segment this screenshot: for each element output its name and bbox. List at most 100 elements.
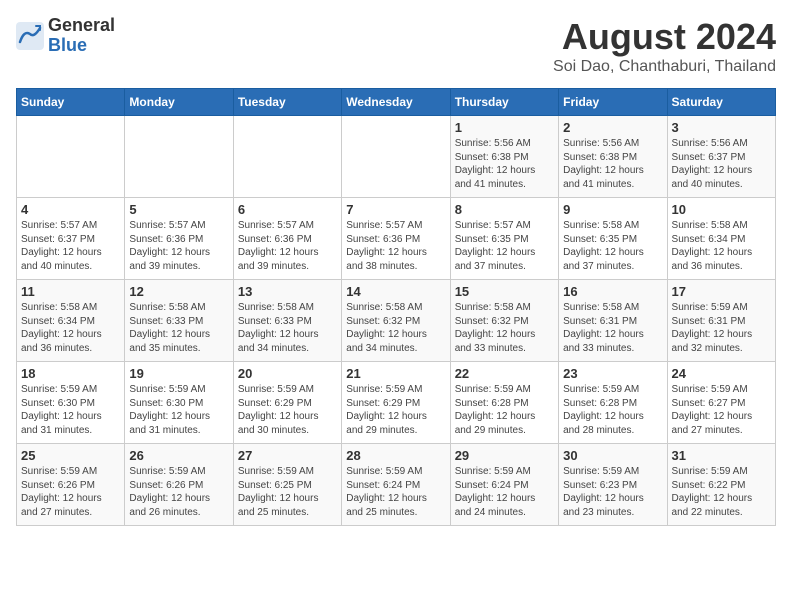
- cell-info: Sunrise: 5:57 AM Sunset: 6:37 PM Dayligh…: [21, 219, 120, 273]
- cell-info: Sunrise: 5:58 AM Sunset: 6:33 PM Dayligh…: [129, 301, 228, 355]
- calendar-cell: 25 Sunrise: 5:59 AM Sunset: 6:26 PM Dayli…: [17, 444, 125, 526]
- logo: General Blue: [16, 16, 115, 56]
- calendar-cell: 3Sunrise: 5:56 AM Sunset: 6:37 PM Daylig…: [667, 116, 775, 198]
- calendar-cell: 9 Sunrise: 5:58 AM Sunset: 6:35 PM Daylig…: [559, 198, 667, 280]
- cell-info: Sunrise: 5:58 AM Sunset: 6:32 PM Dayligh…: [346, 301, 445, 355]
- weekday-header-saturday: Saturday: [667, 89, 775, 116]
- calendar-table: SundayMondayTuesdayWednesdayThursdayFrid…: [16, 88, 776, 526]
- cell-info: Sunrise: 5:59 AM Sunset: 6:24 PM Dayligh…: [455, 465, 554, 519]
- day-number: 15: [455, 284, 554, 299]
- cell-info: Sunrise: 5:59 AM Sunset: 6:28 PM Dayligh…: [563, 383, 662, 437]
- calendar-cell: 6Sunrise: 5:57 AM Sunset: 6:36 PM Daylig…: [233, 198, 341, 280]
- calendar-cell: 22Sunrise: 5:59 AM Sunset: 6:28 PM Dayli…: [450, 362, 558, 444]
- cell-info: Sunrise: 5:59 AM Sunset: 6:26 PM Dayligh…: [21, 465, 120, 519]
- calendar-cell: [342, 116, 450, 198]
- day-number: 23: [563, 366, 662, 381]
- cell-info: Sunrise: 5:59 AM Sunset: 6:30 PM Dayligh…: [21, 383, 120, 437]
- calendar-cell: 31Sunrise: 5:59 AM Sunset: 6:22 PM Dayli…: [667, 444, 775, 526]
- calendar-week-row: 4Sunrise: 5:57 AM Sunset: 6:37 PM Daylig…: [17, 198, 776, 280]
- cell-info: Sunrise: 5:59 AM Sunset: 6:25 PM Dayligh…: [238, 465, 337, 519]
- day-number: 11: [21, 284, 120, 299]
- cell-info: Sunrise: 5:56 AM Sunset: 6:38 PM Dayligh…: [563, 137, 662, 191]
- weekday-header-row: SundayMondayTuesdayWednesdayThursdayFrid…: [17, 89, 776, 116]
- cell-info: Sunrise: 5:59 AM Sunset: 6:31 PM Dayligh…: [672, 301, 771, 355]
- cell-info: Sunrise: 5:57 AM Sunset: 6:36 PM Dayligh…: [238, 219, 337, 273]
- calendar-cell: 17 Sunrise: 5:59 AM Sunset: 6:31 PM Dayli…: [667, 280, 775, 362]
- day-number: 26: [129, 448, 228, 463]
- cell-info: Sunrise: 5:57 AM Sunset: 6:36 PM Dayligh…: [129, 219, 228, 273]
- day-number: 1: [455, 120, 554, 135]
- calendar-cell: 29 Sunrise: 5:59 AM Sunset: 6:24 PM Dayli…: [450, 444, 558, 526]
- calendar-cell: 27Sunrise: 5:59 AM Sunset: 6:25 PM Dayli…: [233, 444, 341, 526]
- day-number: 24: [672, 366, 771, 381]
- cell-info: Sunrise: 5:58 AM Sunset: 6:33 PM Dayligh…: [238, 301, 337, 355]
- calendar-cell: 30 Sunrise: 5:59 AM Sunset: 6:23 PM Dayli…: [559, 444, 667, 526]
- day-number: 19: [129, 366, 228, 381]
- cell-info: Sunrise: 5:59 AM Sunset: 6:26 PM Dayligh…: [129, 465, 228, 519]
- day-number: 20: [238, 366, 337, 381]
- weekday-header-sunday: Sunday: [17, 89, 125, 116]
- calendar-cell: 12 Sunrise: 5:58 AM Sunset: 6:33 PM Dayli…: [125, 280, 233, 362]
- calendar-cell: 23 Sunrise: 5:59 AM Sunset: 6:28 PM Dayli…: [559, 362, 667, 444]
- day-number: 5: [129, 202, 228, 217]
- calendar-cell: 8 Sunrise: 5:57 AM Sunset: 6:35 PM Daylig…: [450, 198, 558, 280]
- calendar-cell: 24 Sunrise: 5:59 AM Sunset: 6:27 PM Dayli…: [667, 362, 775, 444]
- cell-info: Sunrise: 5:58 AM Sunset: 6:32 PM Dayligh…: [455, 301, 554, 355]
- day-number: 14: [346, 284, 445, 299]
- day-number: 13: [238, 284, 337, 299]
- day-number: 12: [129, 284, 228, 299]
- cell-info: Sunrise: 5:59 AM Sunset: 6:29 PM Dayligh…: [238, 383, 337, 437]
- day-number: 7: [346, 202, 445, 217]
- cell-info: Sunrise: 5:59 AM Sunset: 6:27 PM Dayligh…: [672, 383, 771, 437]
- weekday-header-thursday: Thursday: [450, 89, 558, 116]
- cell-info: Sunrise: 5:57 AM Sunset: 6:35 PM Dayligh…: [455, 219, 554, 273]
- calendar-week-row: 1 Sunrise: 5:56 AM Sunset: 6:38 PM Daylig…: [17, 116, 776, 198]
- cell-info: Sunrise: 5:56 AM Sunset: 6:37 PM Dayligh…: [672, 137, 771, 191]
- page-header: General Blue August 2024 Soi Dao, Chanth…: [16, 16, 776, 76]
- calendar-cell: [233, 116, 341, 198]
- calendar-cell: [17, 116, 125, 198]
- cell-info: Sunrise: 5:58 AM Sunset: 6:35 PM Dayligh…: [563, 219, 662, 273]
- weekday-header-tuesday: Tuesday: [233, 89, 341, 116]
- calendar-cell: 4Sunrise: 5:57 AM Sunset: 6:37 PM Daylig…: [17, 198, 125, 280]
- weekday-header-monday: Monday: [125, 89, 233, 116]
- logo-text: General Blue: [48, 16, 115, 56]
- calendar-cell: 15 Sunrise: 5:58 AM Sunset: 6:32 PM Dayli…: [450, 280, 558, 362]
- logo-icon: [16, 22, 44, 50]
- day-number: 17: [672, 284, 771, 299]
- calendar-cell: 20 Sunrise: 5:59 AM Sunset: 6:29 PM Dayli…: [233, 362, 341, 444]
- day-number: 29: [455, 448, 554, 463]
- cell-info: Sunrise: 5:59 AM Sunset: 6:28 PM Dayligh…: [455, 383, 554, 437]
- day-number: 31: [672, 448, 771, 463]
- day-number: 30: [563, 448, 662, 463]
- day-number: 10: [672, 202, 771, 217]
- calendar-cell: 19Sunrise: 5:59 AM Sunset: 6:30 PM Dayli…: [125, 362, 233, 444]
- day-number: 25: [21, 448, 120, 463]
- cell-info: Sunrise: 5:59 AM Sunset: 6:23 PM Dayligh…: [563, 465, 662, 519]
- location: Soi Dao, Chanthaburi, Thailand: [553, 58, 776, 76]
- calendar-cell: 1 Sunrise: 5:56 AM Sunset: 6:38 PM Daylig…: [450, 116, 558, 198]
- calendar-cell: 18 Sunrise: 5:59 AM Sunset: 6:30 PM Dayli…: [17, 362, 125, 444]
- calendar-cell: 21Sunrise: 5:59 AM Sunset: 6:29 PM Dayli…: [342, 362, 450, 444]
- day-number: 18: [21, 366, 120, 381]
- calendar-cell: 5 Sunrise: 5:57 AM Sunset: 6:36 PM Daylig…: [125, 198, 233, 280]
- cell-info: Sunrise: 5:59 AM Sunset: 6:29 PM Dayligh…: [346, 383, 445, 437]
- calendar-cell: [125, 116, 233, 198]
- day-number: 2: [563, 120, 662, 135]
- weekday-header-friday: Friday: [559, 89, 667, 116]
- title-block: August 2024 Soi Dao, Chanthaburi, Thaila…: [553, 16, 776, 76]
- cell-info: Sunrise: 5:58 AM Sunset: 6:34 PM Dayligh…: [21, 301, 120, 355]
- cell-info: Sunrise: 5:56 AM Sunset: 6:38 PM Dayligh…: [455, 137, 554, 191]
- calendar-cell: 28Sunrise: 5:59 AM Sunset: 6:24 PM Dayli…: [342, 444, 450, 526]
- calendar-week-row: 18 Sunrise: 5:59 AM Sunset: 6:30 PM Dayli…: [17, 362, 776, 444]
- day-number: 9: [563, 202, 662, 217]
- day-number: 8: [455, 202, 554, 217]
- calendar-cell: 10Sunrise: 5:58 AM Sunset: 6:34 PM Dayli…: [667, 198, 775, 280]
- cell-info: Sunrise: 5:58 AM Sunset: 6:31 PM Dayligh…: [563, 301, 662, 355]
- day-number: 16: [563, 284, 662, 299]
- calendar-cell: 13 Sunrise: 5:58 AM Sunset: 6:33 PM Dayli…: [233, 280, 341, 362]
- month-title: August 2024: [553, 16, 776, 58]
- calendar-cell: 14 Sunrise: 5:58 AM Sunset: 6:32 PM Dayli…: [342, 280, 450, 362]
- calendar-cell: 26 Sunrise: 5:59 AM Sunset: 6:26 PM Dayli…: [125, 444, 233, 526]
- calendar-cell: 7Sunrise: 5:57 AM Sunset: 6:36 PM Daylig…: [342, 198, 450, 280]
